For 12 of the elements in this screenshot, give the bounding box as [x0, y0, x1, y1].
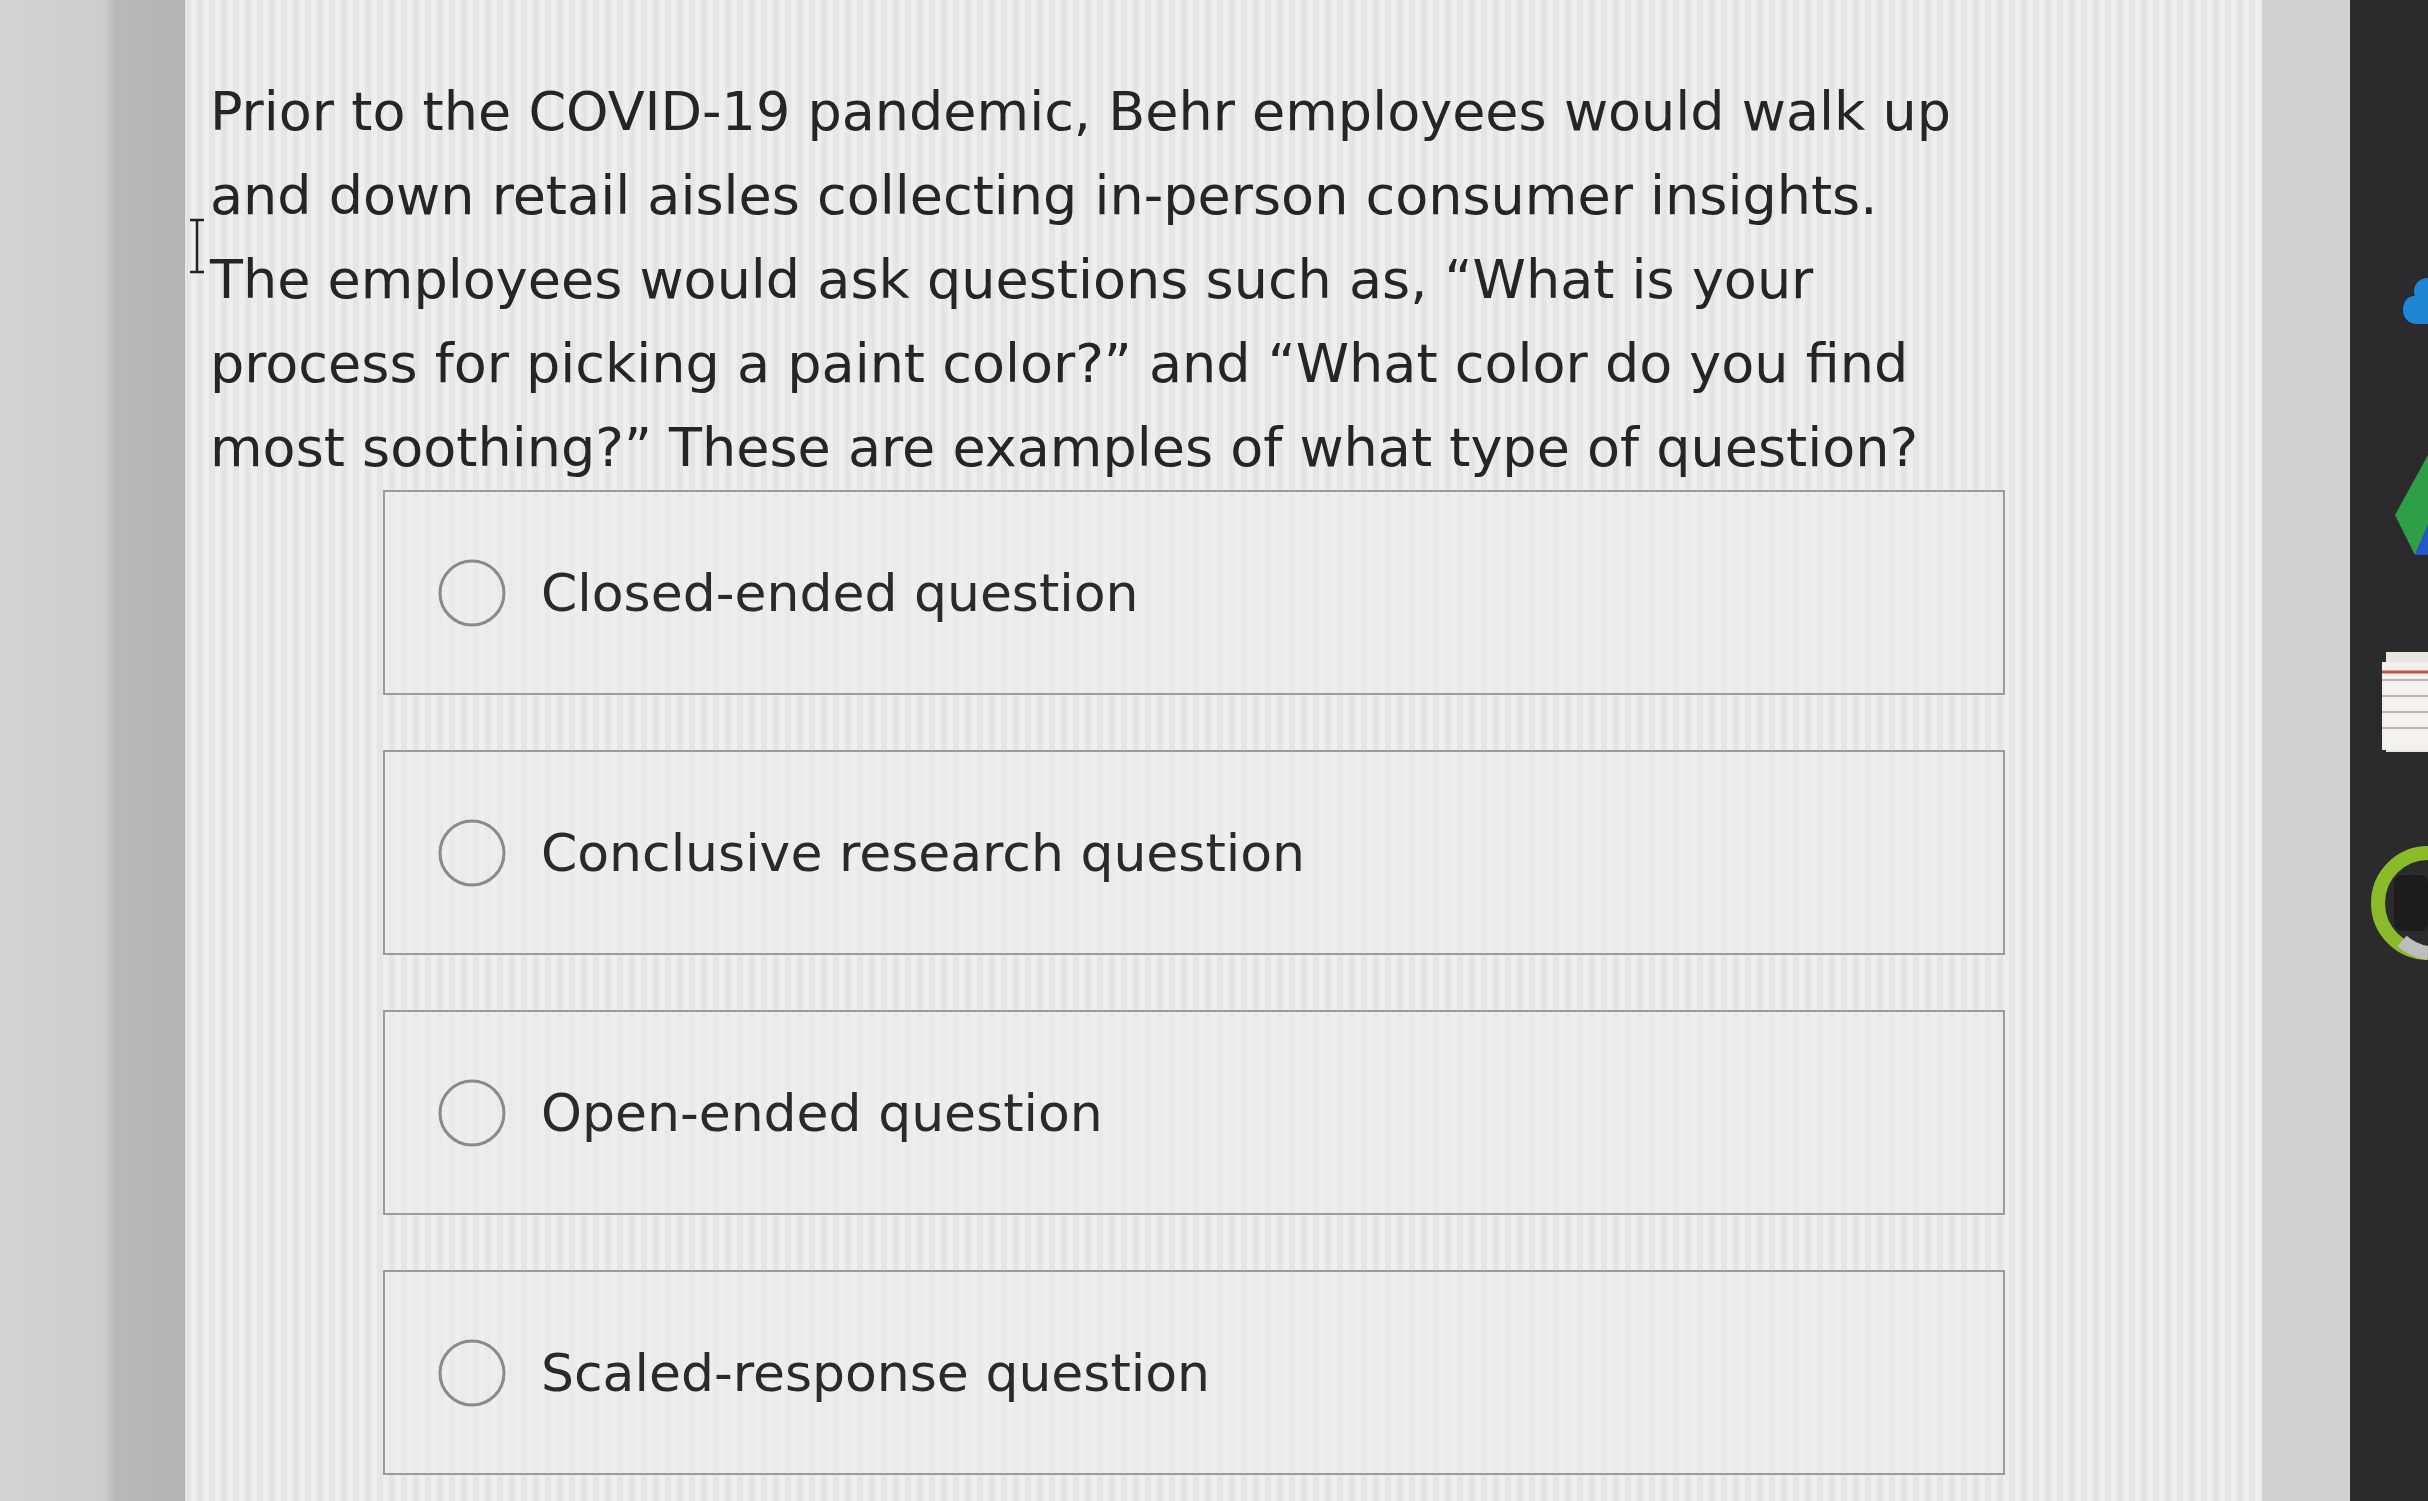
answer-option[interactable]: Closed-ended question [383, 490, 2005, 695]
question-text: Prior to the COVID-19 pandemic, Behr employees would walk up and down retail aisles collecting in-person consumer insights. The employees would ask questions such as, “What is your process for picking a paint color?” and “What color do you find most soothing?” These are examples of what type of question? [210, 79, 1952, 481]
radio-icon[interactable] [437, 1077, 507, 1148]
notebook-icon[interactable] [2382, 650, 2428, 755]
radio-icon[interactable] [437, 557, 507, 628]
answer-option[interactable]: Scaled-response question [383, 1270, 2005, 1475]
radio-icon[interactable] [437, 817, 507, 888]
text-cursor-icon [188, 218, 206, 274]
answer-option[interactable]: Open-ended question [383, 1010, 2005, 1215]
answer-option[interactable]: Conclusive research question [383, 750, 2005, 955]
radio-icon[interactable] [437, 1337, 507, 1408]
triangle-icon[interactable] [2395, 455, 2428, 555]
